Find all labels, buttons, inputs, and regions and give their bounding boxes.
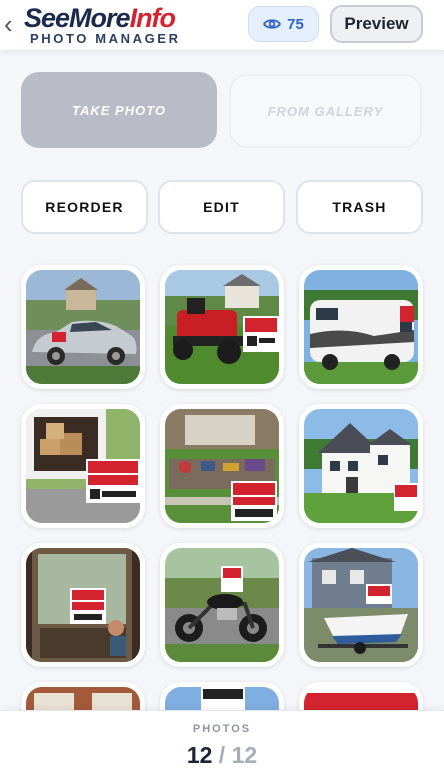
car-photo	[26, 270, 140, 384]
trash-button[interactable]: TRASH	[296, 180, 423, 234]
photo-thumbnail[interactable]	[299, 265, 423, 389]
reorder-button[interactable]: REORDER	[21, 180, 148, 234]
boat-photo	[304, 548, 418, 662]
yard-sale-photo	[165, 409, 279, 523]
photo-thumbnail[interactable]	[160, 265, 284, 389]
current-count: 12	[186, 742, 213, 768]
photo-count: 12 / 12	[0, 742, 444, 769]
views-badge: 75	[248, 6, 319, 42]
motorhome-photo	[304, 270, 418, 384]
photo-thumbnail[interactable]	[299, 543, 423, 667]
house-photo	[304, 409, 418, 523]
photo-thumbnail[interactable]	[21, 265, 145, 389]
edit-button[interactable]: EDIT	[158, 180, 285, 234]
photo-thumbnail[interactable]	[160, 543, 284, 667]
photos-label: PHOTOS	[192, 723, 252, 735]
preview-button[interactable]: Preview	[330, 5, 423, 43]
motorcycle-photo	[165, 548, 279, 662]
cafe-window-photo	[26, 548, 140, 662]
app-logo: SeeMoreInfo PHOTO MANAGER	[24, 2, 194, 48]
from-gallery-button[interactable]: FROM GALLERY	[229, 74, 422, 148]
photo-thumbnail[interactable]	[299, 404, 423, 528]
logo-wordmark: SeeMoreInfo	[24, 3, 176, 33]
moving-van-photo	[26, 409, 140, 523]
photo-thumbnail[interactable]	[21, 543, 145, 667]
photo-count-footer: PHOTOS 12 / 12	[0, 710, 444, 783]
photo-thumbnail[interactable]	[160, 404, 284, 528]
eye-icon	[263, 19, 282, 29]
count-separator: /	[218, 742, 226, 768]
app-header: ‹ SeeMoreInfo PHOTO MANAGER 75 Preview	[0, 0, 444, 50]
logo-subtitle: PHOTO MANAGER	[30, 31, 181, 46]
take-photo-button[interactable]: TAKE PHOTO	[21, 72, 217, 148]
views-count: 75	[287, 15, 304, 33]
lawn-mower-photo	[165, 270, 279, 384]
total-count: 12	[231, 742, 258, 768]
photo-thumbnail[interactable]	[21, 404, 145, 528]
chevron-left-icon[interactable]: ‹	[4, 11, 22, 38]
